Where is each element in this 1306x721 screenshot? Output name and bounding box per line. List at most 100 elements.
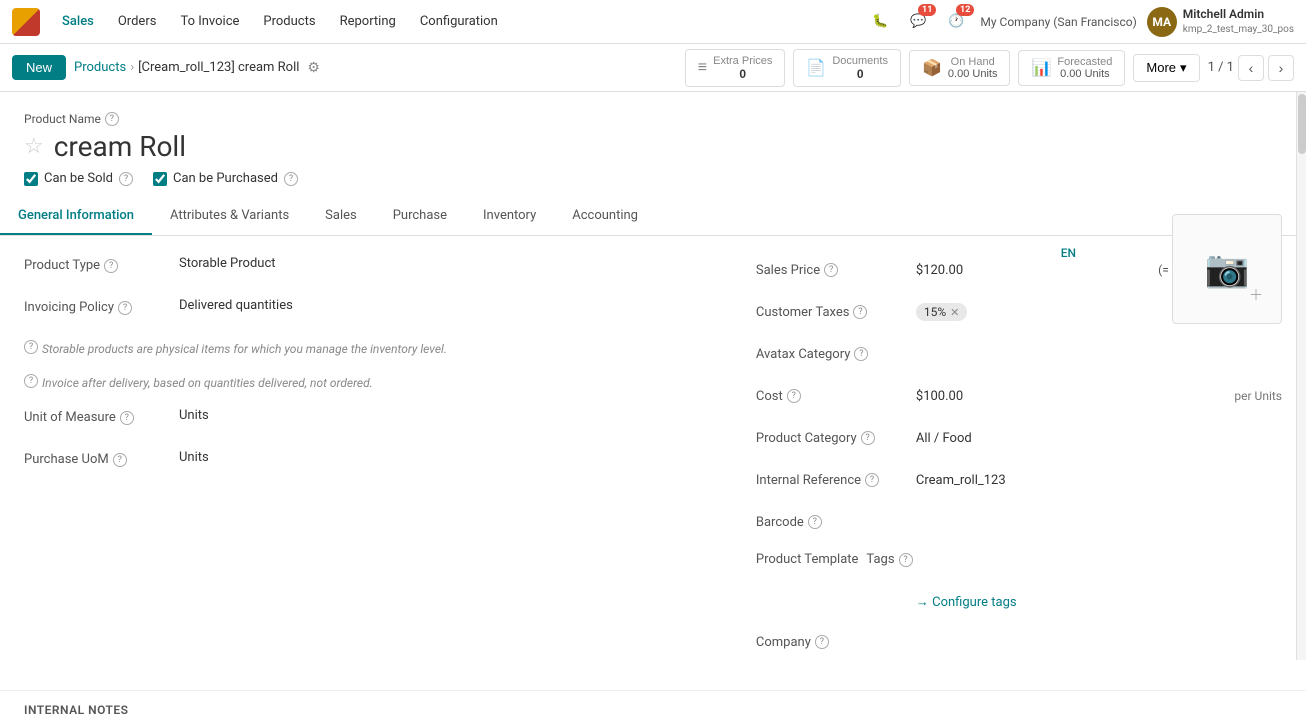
breadcrumb-separator: ›	[130, 60, 134, 75]
configure-tags-row: → Configure tags	[756, 586, 1282, 614]
documents-button[interactable]: 📄 Documents 0	[793, 49, 901, 87]
nav-configuration[interactable]: Configuration	[410, 10, 508, 33]
uom-value[interactable]: Units	[179, 408, 716, 423]
product-category-value[interactable]: All / Food	[916, 431, 1282, 446]
tax-badge-remove[interactable]: ✕	[950, 306, 959, 319]
purchase-uom-help[interactable]: ?	[113, 453, 127, 467]
favorite-icon[interactable]: ☆	[24, 134, 44, 159]
can-be-purchased-help[interactable]: ?	[284, 172, 298, 186]
avatax-category-help[interactable]: ?	[854, 347, 868, 361]
invoicing-policy-row: Invoicing Policy ? Delivered quantities	[24, 298, 716, 326]
extra-prices-button[interactable]: ≡ Extra Prices 0	[685, 49, 786, 87]
nav-products[interactable]: Products	[253, 10, 325, 33]
company-name[interactable]: My Company (San Francisco)	[980, 15, 1136, 29]
product-category-help[interactable]: ?	[861, 431, 875, 445]
product-template-tags-label: Product TemplateTags ?	[756, 550, 916, 567]
tab-sales[interactable]: Sales	[307, 198, 375, 235]
company-label: Company ?	[756, 635, 916, 650]
product-type-label: Product Type ?	[24, 256, 179, 273]
internal-reference-value[interactable]: Cream_roll_123	[916, 473, 1282, 488]
pager-next-button[interactable]: ›	[1268, 55, 1294, 81]
pager: 1 / 1 ‹ ›	[1208, 55, 1294, 81]
invoicing-policy-value[interactable]: Delivered quantities	[179, 298, 716, 313]
forecasted-button[interactable]: 📊 Forecasted 0.00 Units	[1018, 50, 1125, 86]
can-be-purchased-input[interactable]	[153, 172, 167, 186]
bug-icon-btn[interactable]: 🐛	[866, 8, 894, 36]
can-be-sold-input[interactable]	[24, 172, 38, 186]
purchase-uom-value[interactable]: Units	[179, 450, 716, 465]
user-name: Mitchell Admin	[1183, 7, 1294, 23]
avatar: MA	[1147, 7, 1177, 37]
settings-icon[interactable]: ⚙	[307, 60, 320, 76]
internal-reference-label: Internal Reference ?	[756, 473, 916, 488]
cost-label: Cost ?	[756, 389, 916, 404]
configure-tags-link[interactable]: → Configure tags	[916, 594, 1017, 610]
can-be-sold-checkbox[interactable]: Can be Sold ?	[24, 171, 133, 186]
cost-help[interactable]: ?	[787, 389, 801, 403]
tax-badge: 15% ✕	[916, 303, 968, 321]
can-be-purchased-checkbox[interactable]: Can be Purchased ?	[153, 171, 298, 186]
product-image[interactable]: 📷 ＋	[1172, 214, 1282, 324]
barcode-help[interactable]: ?	[808, 515, 822, 529]
language-badge[interactable]: EN	[1061, 246, 1076, 260]
on-hand-label: On Hand	[948, 56, 998, 68]
on-hand-button[interactable]: 📦 On Hand 0.00 Units	[909, 50, 1010, 86]
app-logo[interactable]	[12, 8, 40, 36]
user-menu[interactable]: MA Mitchell Admin kmp_2_test_may_30_pos	[1147, 7, 1294, 37]
product-type-help[interactable]: ?	[104, 259, 118, 273]
camera-icon: 📷	[1205, 248, 1250, 290]
pager-prev-button[interactable]: ‹	[1238, 55, 1264, 81]
product-type-value[interactable]: Storable Product	[179, 256, 716, 271]
note2-row: ? Invoice after delivery, based on quant…	[24, 374, 716, 402]
tab-attributes-variants[interactable]: Attributes & Variants	[152, 198, 307, 235]
can-be-purchased-label: Can be Purchased	[173, 171, 278, 186]
clock-icon: 🕐	[948, 14, 964, 29]
more-label: More	[1146, 60, 1176, 75]
sales-price-value[interactable]: $120.00	[916, 263, 1152, 278]
note2-help[interactable]: ?	[24, 374, 38, 388]
product-category-label: Product Category ?	[756, 431, 916, 446]
barcode-label: Barcode ?	[756, 515, 916, 530]
invoicing-policy-help[interactable]: ?	[118, 301, 132, 315]
company-help[interactable]: ?	[815, 635, 829, 649]
customer-taxes-label: Customer Taxes ?	[756, 305, 916, 320]
product-type-row: Product Type ? Storable Product	[24, 256, 716, 284]
note1-help[interactable]: ?	[24, 340, 38, 354]
product-name[interactable]: cream Roll	[54, 130, 186, 163]
can-be-sold-help[interactable]: ?	[119, 172, 133, 186]
tab-inventory[interactable]: Inventory	[465, 198, 554, 235]
nav-orders[interactable]: Orders	[108, 10, 167, 33]
nav-reporting[interactable]: Reporting	[330, 10, 406, 33]
nav-to-invoice[interactable]: To Invoice	[170, 10, 249, 33]
tax-badge-value: 15%	[924, 305, 946, 319]
product-name-help-icon[interactable]: ?	[105, 112, 119, 126]
tab-purchase[interactable]: Purchase	[375, 198, 465, 235]
scrollbar-thumb[interactable]	[1298, 94, 1306, 154]
box-icon: 📦	[922, 58, 942, 78]
uom-help[interactable]: ?	[120, 411, 134, 425]
breadcrumb-current: [Cream_roll_123] cream Roll	[138, 60, 299, 75]
internal-reference-help[interactable]: ?	[865, 473, 879, 487]
chat-badge: 11	[918, 4, 936, 16]
note2-text: Invoice after delivery, based on quantit…	[42, 374, 716, 390]
product-name-row: ☆ cream Roll	[24, 130, 1282, 163]
nav-sales[interactable]: Sales	[52, 10, 104, 33]
more-button[interactable]: More ▾	[1133, 54, 1199, 82]
breadcrumb-parent[interactable]: Products	[74, 60, 126, 75]
new-button[interactable]: New	[12, 55, 66, 80]
camera-plus-icon: ＋	[1249, 285, 1263, 305]
tab-general-information[interactable]: General Information	[0, 198, 152, 235]
customer-taxes-help[interactable]: ?	[853, 305, 867, 319]
sales-price-help[interactable]: ?	[824, 263, 838, 277]
note1-text: Storable products are physical items for…	[42, 340, 716, 356]
tab-accounting[interactable]: Accounting	[554, 198, 656, 235]
chat-icon-btn[interactable]: 💬 11	[904, 8, 932, 36]
list-icon: ≡	[698, 59, 707, 77]
can-be-sold-label: Can be Sold	[44, 171, 113, 186]
cost-value[interactable]: $100.00	[916, 389, 1229, 404]
purchase-uom-row: Purchase UoM ? Units	[24, 450, 716, 478]
activity-icon-btn[interactable]: 🕐 12	[942, 8, 970, 36]
scrollbar-track[interactable]	[1296, 92, 1306, 660]
chart-icon: 📊	[1031, 58, 1051, 78]
product-template-tags-help[interactable]: ?	[899, 553, 913, 567]
